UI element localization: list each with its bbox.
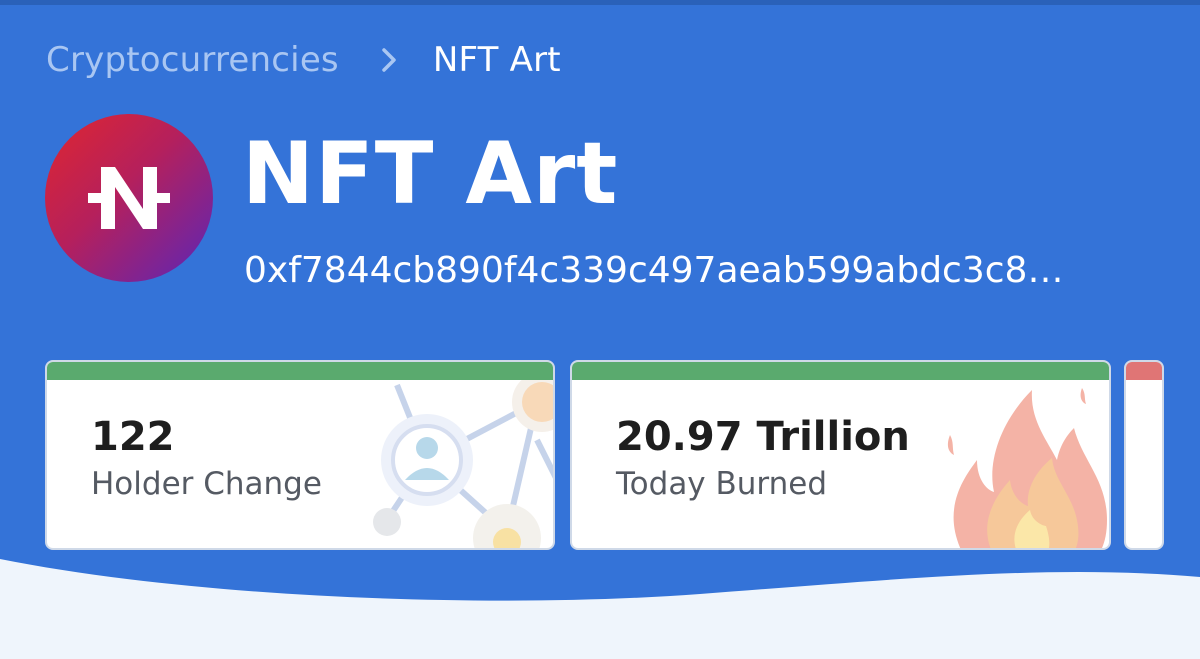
card-accent-strip [572,362,1109,380]
stat-card-partial[interactable] [1124,360,1164,550]
wave-background [0,559,1200,659]
top-edge [0,0,1200,5]
today-burned-label: Today Burned [616,466,828,502]
token-name: NFT Art [242,124,619,224]
holder-change-label: Holder Change [91,466,322,502]
chevron-right-icon [381,47,397,73]
card-accent-strip [47,362,553,380]
holder-change-value: 122 [91,414,175,460]
breadcrumb: Cryptocurrencies NFT Art [46,38,561,82]
card-accent-strip [1126,362,1162,380]
token-logo [45,114,213,282]
fire-icon [947,388,1107,548]
network-people-icon [373,380,553,548]
holder-change-card[interactable]: 122 Holder Change [45,360,555,550]
nft-art-logo-icon [88,167,170,229]
breadcrumb-cryptocurrencies-link[interactable]: Cryptocurrencies [46,40,339,80]
breadcrumb-current: NFT Art [432,40,561,80]
today-burned-value: 20.97 Trillion [616,414,910,460]
today-burned-card[interactable]: 20.97 Trillion Today Burned [570,360,1111,550]
token-contract-address[interactable]: 0xf7844cb890f4c339c497aeab599abdc3c8… [244,246,1134,296]
